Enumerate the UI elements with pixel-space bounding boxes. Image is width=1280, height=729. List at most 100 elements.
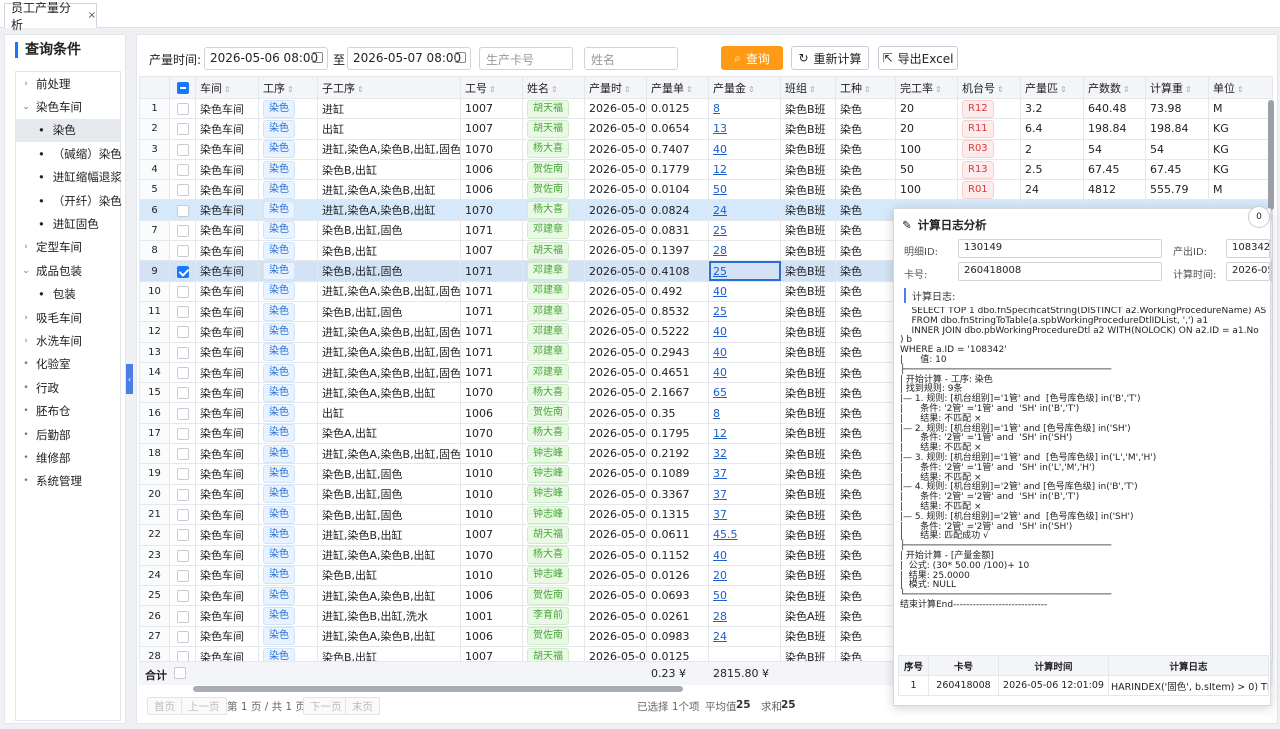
column-header[interactable]: 产量匹 ⇕	[1020, 76, 1084, 99]
sidebar-item[interactable]: • （开纤）染色	[16, 189, 122, 212]
sort-icon[interactable]: ⇕	[551, 85, 558, 94]
column-header[interactable]: 产量金 ⇕	[708, 76, 781, 99]
row-select-cell[interactable]	[169, 138, 196, 160]
sidebar-item[interactable]: • 后勤部	[16, 423, 120, 446]
row-select-cell[interactable]	[169, 605, 196, 627]
sidebar-item[interactable]: • 维修部	[16, 446, 120, 469]
sort-icon[interactable]: ⇕	[1060, 85, 1067, 94]
column-header[interactable]: 单位 ⇕	[1208, 76, 1273, 99]
row-checkbox[interactable]	[176, 143, 189, 156]
amount-link[interactable]: 8	[713, 102, 720, 115]
table-row[interactable]: 5染色车间染色进缸,染色A,染色B,出缸1006贺佐南2026-05-0...0…	[139, 179, 1273, 201]
card-number-input[interactable]: 生产卡号	[479, 47, 573, 70]
amount-link[interactable]: 25	[713, 305, 727, 318]
horizontal-scrollbar[interactable]	[193, 686, 683, 692]
sort-icon[interactable]: ⇕	[1237, 85, 1244, 94]
row-select-cell[interactable]	[169, 341, 196, 363]
sort-icon[interactable]: ⇕	[224, 85, 231, 94]
calc-time-field[interactable]: 2026-05-0	[1226, 262, 1270, 281]
amount-link[interactable]: 25	[713, 265, 727, 278]
row-select-cell[interactable]	[169, 463, 196, 485]
sidebar-item[interactable]: › 前处理	[16, 72, 120, 95]
vertical-scrollbar[interactable]	[1268, 100, 1274, 210]
row-checkbox[interactable]	[176, 488, 189, 501]
amount-link[interactable]: 40	[713, 549, 727, 562]
row-select-cell[interactable]	[169, 280, 196, 302]
sort-icon[interactable]: ⇕	[997, 85, 1004, 94]
row-select-cell[interactable]	[169, 625, 196, 648]
row-select-cell[interactable]	[169, 97, 196, 120]
tab-employee-output[interactable]: 员工产量分析 ×	[4, 1, 97, 32]
row-select-cell[interactable]	[169, 118, 196, 140]
name-input[interactable]: 姓名	[584, 47, 678, 70]
amount-link[interactable]: 28	[713, 244, 727, 257]
sidebar-item[interactable]: • 包装	[16, 283, 120, 306]
amount-link[interactable]: 37	[713, 488, 727, 501]
column-header[interactable]: 机台号 ⇕	[957, 76, 1021, 99]
row-select-cell[interactable]	[169, 240, 196, 262]
amount-link[interactable]: 24	[713, 630, 727, 643]
prev-page-button[interactable]: 上一页	[181, 697, 227, 715]
next-page-button[interactable]: 下一页	[303, 697, 349, 715]
collapse-sidebar-button[interactable]: ‹	[126, 364, 133, 394]
calc-log-table-row[interactable]: 1 260418008 2026-05-06 12:01:09 HARINDEX('固…	[898, 675, 1269, 696]
row-checkbox[interactable]	[176, 448, 189, 461]
row-checkbox[interactable]	[176, 164, 189, 177]
last-page-button[interactable]: 末页	[345, 697, 380, 715]
sidebar-item[interactable]: • 系统管理	[16, 470, 120, 493]
first-page-button[interactable]: 首页	[147, 697, 182, 715]
sidebar-item[interactable]: • 进缸固色	[16, 212, 120, 235]
sidebar-item[interactable]: • 染色	[16, 118, 120, 143]
row-checkbox[interactable]	[176, 610, 189, 623]
row-checkbox[interactable]	[176, 569, 189, 582]
sort-icon[interactable]: ⇕	[624, 85, 631, 94]
amount-link[interactable]: 12	[713, 427, 727, 440]
amount-link[interactable]: 65	[713, 386, 727, 399]
row-checkbox[interactable]	[176, 224, 189, 237]
column-header[interactable]: 子工序 ⇕	[317, 76, 461, 99]
row-checkbox[interactable]	[176, 529, 189, 542]
output-id-field[interactable]: 108342	[1226, 239, 1270, 258]
row-checkbox[interactable]	[176, 367, 189, 379]
row-checkbox[interactable]	[176, 549, 189, 562]
amount-link[interactable]: 25	[713, 224, 727, 237]
card-field[interactable]: 260418008	[958, 262, 1162, 281]
amount-link[interactable]: 8	[713, 407, 720, 420]
row-checkbox[interactable]	[176, 407, 189, 420]
table-row[interactable]: 3染色车间染色进缸,染色A,染色B,出缸,固色1070杨大喜2026-05-0.…	[139, 138, 1273, 160]
amount-link[interactable]: 40	[713, 366, 727, 379]
recalculate-button[interactable]: ↻ 重新计算	[791, 46, 869, 70]
row-checkbox[interactable]	[176, 103, 189, 116]
sidebar-item[interactable]: • 行政	[16, 376, 120, 399]
start-date-input[interactable]: 2026-05-06 08:00	[204, 47, 328, 70]
amount-link[interactable]: 12	[713, 163, 727, 176]
column-header[interactable]: 工种 ⇕	[835, 76, 896, 99]
row-checkbox[interactable]	[176, 630, 189, 643]
sidebar-item[interactable]: ⌄ 成品包装	[16, 259, 120, 282]
sort-icon[interactable]: ⇕	[1185, 85, 1192, 94]
row-select-cell[interactable]	[169, 199, 196, 221]
column-header[interactable]: 计算重 ⇕	[1145, 76, 1209, 99]
row-checkbox[interactable]	[176, 245, 189, 258]
sort-icon[interactable]: ⇕	[748, 85, 755, 94]
sort-icon[interactable]: ⇕	[1123, 85, 1130, 94]
amount-link[interactable]: 45.5	[713, 528, 738, 541]
row-checkbox[interactable]	[176, 509, 189, 522]
row-checkbox[interactable]	[176, 326, 189, 339]
table-row[interactable]: 4染色车间染色染色B,出缸1006贺佐南2026-05-0...0.177912…	[139, 158, 1273, 181]
sort-icon[interactable]: ⇕	[489, 85, 496, 94]
amount-link[interactable]: 37	[713, 467, 727, 480]
sidebar-item[interactable]: • 化验室	[16, 353, 120, 376]
log-id-field[interactable]: 130149	[958, 239, 1162, 258]
column-header[interactable]: 车间 ⇕	[195, 76, 259, 99]
sort-icon[interactable]: ⇕	[935, 85, 942, 94]
sort-icon[interactable]: ⇕	[809, 85, 816, 94]
row-checkbox[interactable]	[176, 387, 189, 400]
sidebar-item[interactable]: › 水洗车间	[16, 329, 120, 352]
sort-icon[interactable]: ⇕	[864, 85, 871, 94]
row-select-cell[interactable]	[169, 585, 196, 607]
sort-icon[interactable]: ⇕	[357, 85, 364, 94]
amount-link[interactable]: 50	[713, 589, 727, 602]
row-select-cell[interactable]	[169, 524, 196, 546]
amount-link[interactable]: 40	[713, 285, 727, 298]
